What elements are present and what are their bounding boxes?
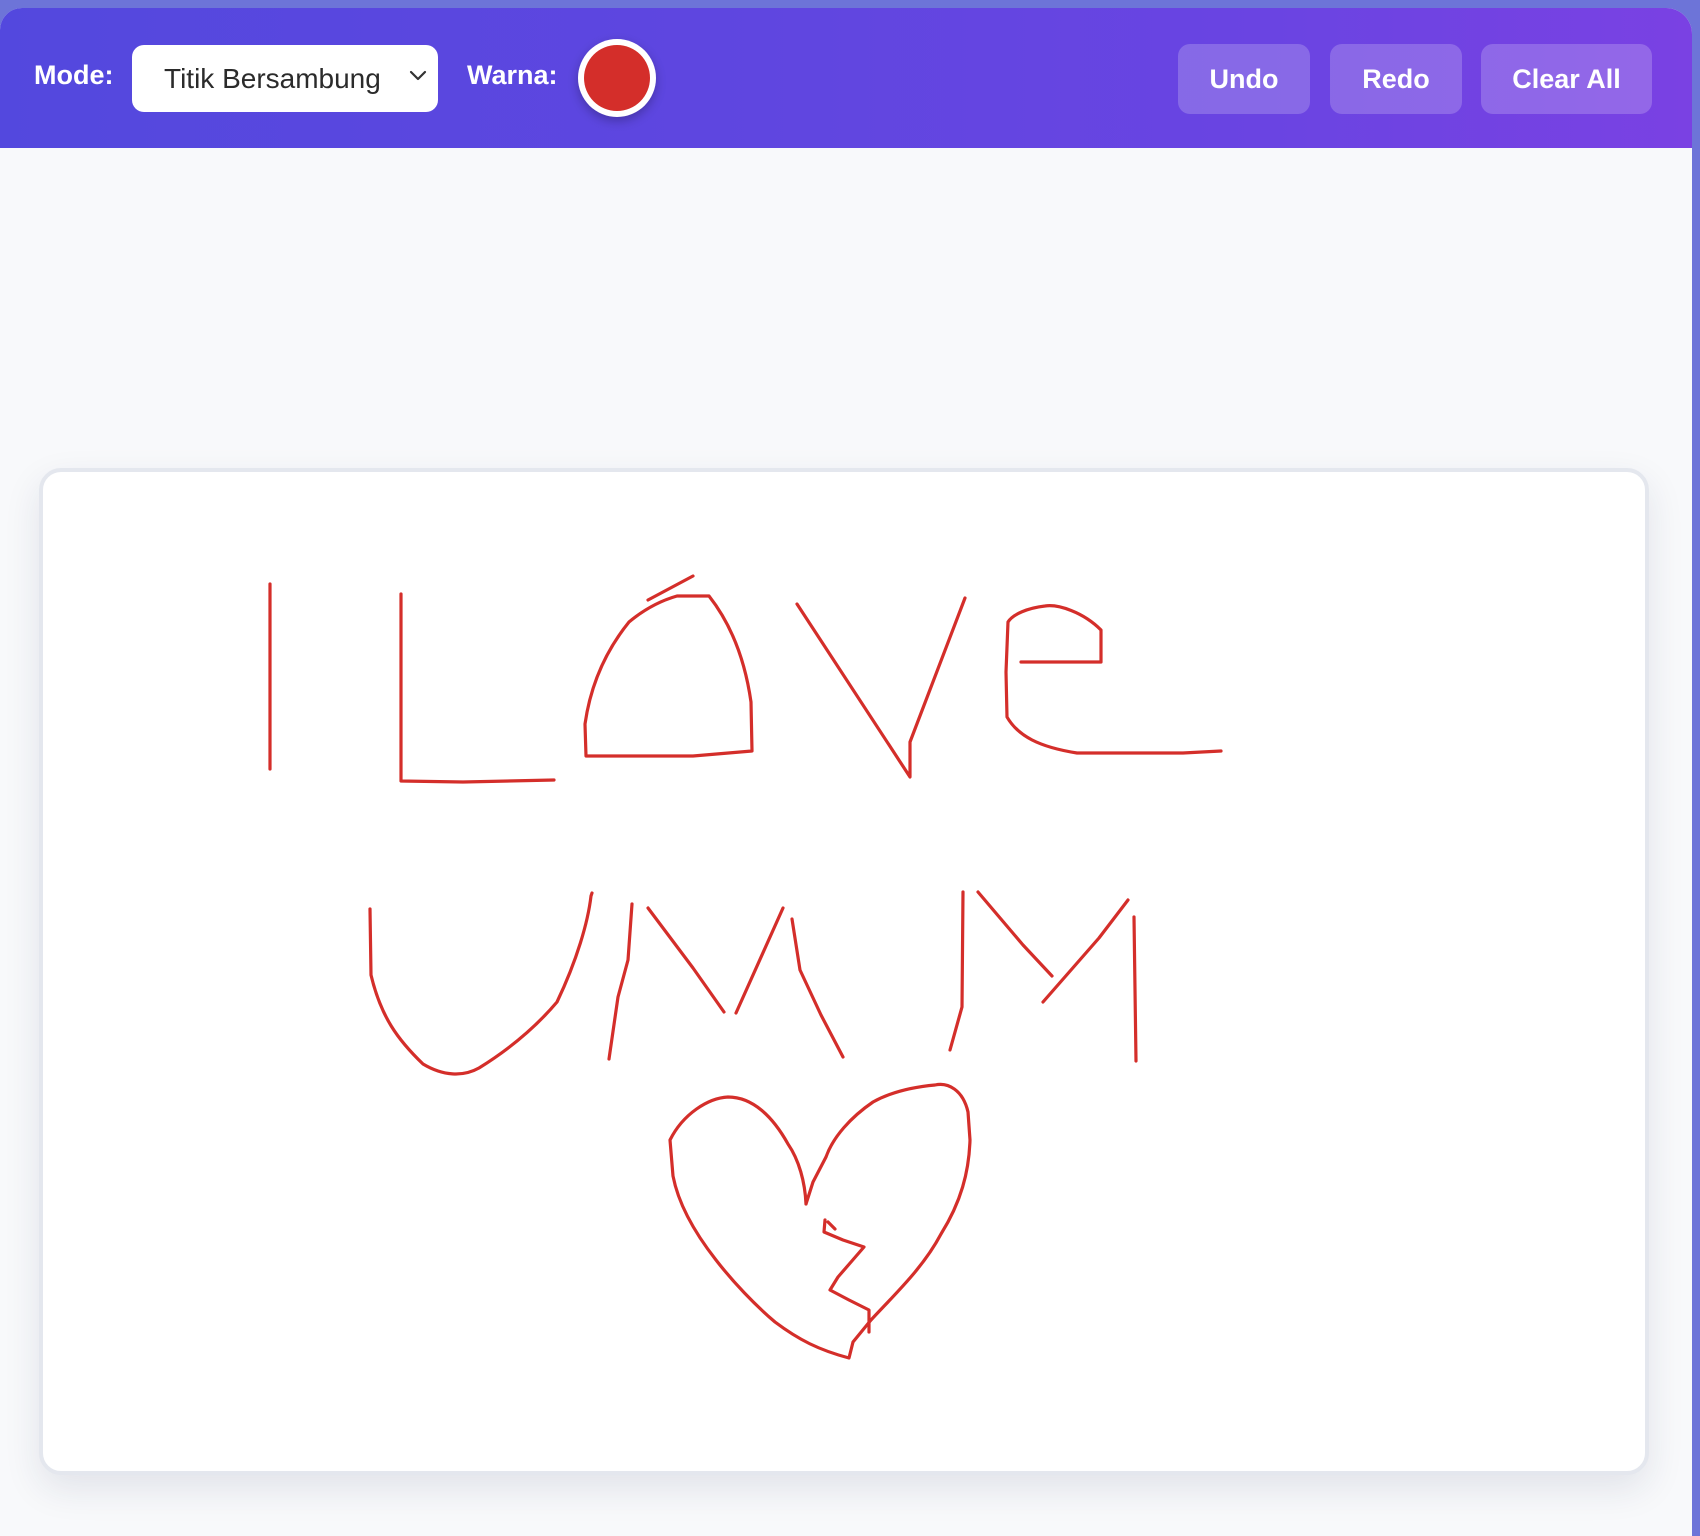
drawing-strokes — [268, 574, 1223, 1360]
color-label: Warna: — [467, 60, 558, 90]
stroke-letter-u — [368, 891, 594, 1076]
toolbar: Mode: Titik Bersambung Warna: Undo Redo … — [0, 8, 1692, 148]
stroke-letter-e — [1004, 604, 1223, 755]
drawing-canvas[interactable] — [39, 468, 1649, 1475]
undo-button[interactable]: Undo — [1178, 44, 1310, 114]
color-picker[interactable] — [578, 39, 656, 117]
stroke-heart — [668, 1082, 972, 1360]
app-window: Mode: Titik Bersambung Warna: Undo Redo … — [0, 8, 1692, 1536]
mode-select-value: Titik Bersambung — [164, 62, 381, 94]
stroke-letter-l — [399, 592, 556, 784]
clear-all-button[interactable]: Clear All — [1481, 44, 1652, 114]
mode-select[interactable]: Titik Bersambung — [132, 45, 438, 112]
mode-label: Mode: — [34, 60, 114, 90]
stroke-letter-m1 — [607, 902, 845, 1061]
stroke-letter-o — [583, 574, 754, 758]
color-swatch — [584, 45, 650, 111]
stroke-letter-m2 — [948, 890, 1138, 1063]
stroke-letter-v — [795, 596, 967, 779]
chevron-down-icon — [409, 70, 427, 81]
redo-button[interactable]: Redo — [1330, 44, 1462, 114]
